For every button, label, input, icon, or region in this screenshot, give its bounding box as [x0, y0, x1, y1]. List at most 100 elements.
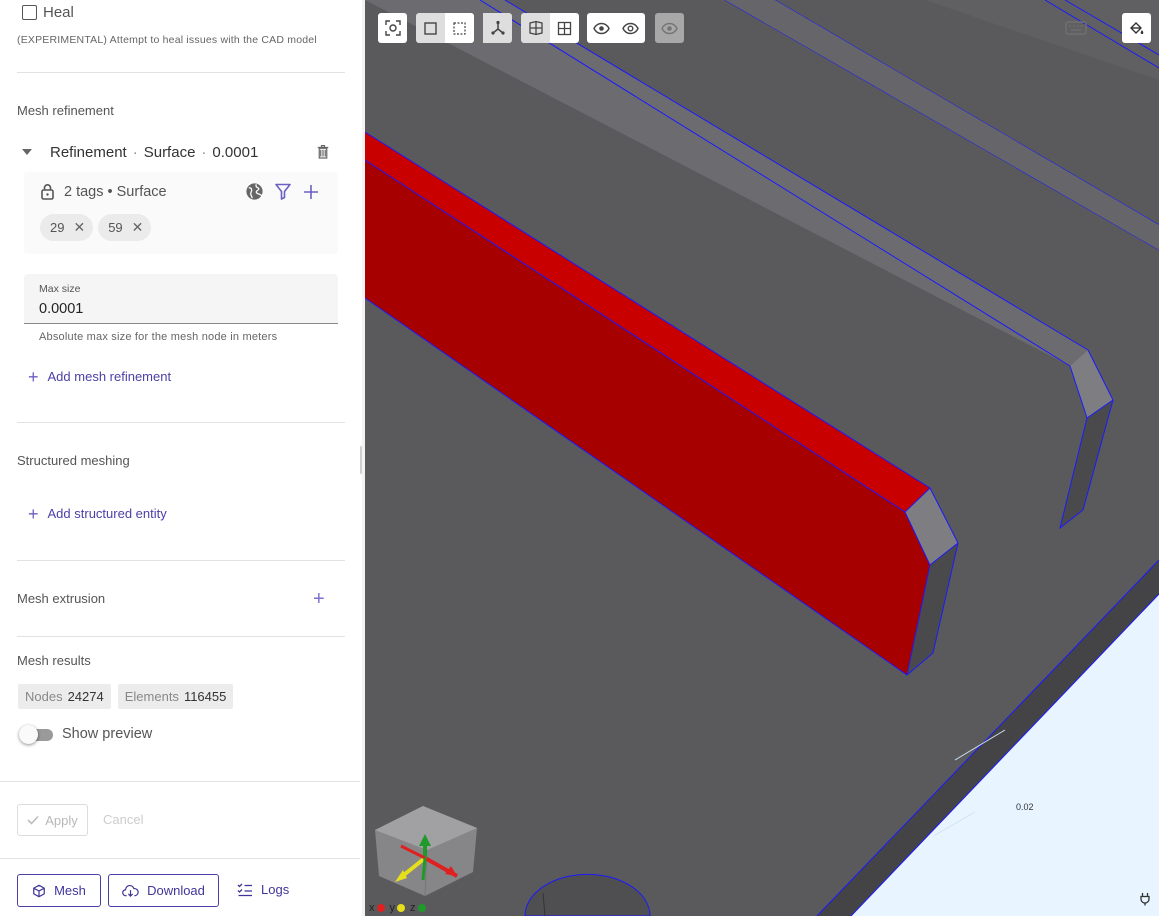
- divider: [0, 781, 360, 782]
- tag-selection-box: 2 tags • Surface 29 ✕ 59 ✕: [24, 172, 338, 254]
- mesh-settings-panel: Heal (EXPERIMENTAL) Attempt to heal issu…: [0, 0, 362, 916]
- logs-label: Logs: [261, 882, 290, 897]
- fit-view-button[interactable]: [378, 13, 407, 43]
- delete-trash-icon[interactable]: [314, 143, 332, 161]
- select-box-button[interactable]: [416, 13, 445, 43]
- refinement-name: Refinement: [50, 143, 127, 161]
- max-size-input[interactable]: [39, 301, 319, 317]
- mesh-result-stats: Nodes 24274 Elements 116455: [18, 684, 234, 709]
- nodes-count-badge: Nodes 24274: [18, 684, 111, 709]
- cloud-download-icon: [122, 884, 139, 897]
- eye-icon: [622, 22, 639, 34]
- separator-dot: ·: [132, 143, 138, 161]
- logs-button[interactable]: Logs: [237, 882, 289, 897]
- tag-chips: 29 ✕ 59 ✕: [40, 214, 152, 241]
- visibility-group: [587, 13, 645, 43]
- filter-icon[interactable]: [274, 182, 292, 201]
- focus-target-icon: [384, 20, 401, 36]
- tag-actions: [245, 182, 320, 201]
- tag-chip[interactable]: 59 ✕: [98, 214, 152, 241]
- grid-view-button[interactable]: [550, 13, 579, 43]
- plus-icon: +: [28, 503, 39, 524]
- add-mesh-refinement-label: Add mesh refinement: [47, 369, 172, 384]
- axis-y-label: y: [389, 902, 396, 914]
- section-plane-icon: [528, 20, 543, 36]
- axes-mode-button[interactable]: [483, 13, 512, 43]
- axis-y-dot: [397, 904, 405, 912]
- refinement-item-header[interactable]: Refinement · Surface · 0.0001: [20, 141, 338, 163]
- add-tag-plus-icon[interactable]: [302, 183, 320, 201]
- mesh-label: Mesh: [54, 883, 86, 898]
- eye-hide-icon: [593, 22, 610, 34]
- globe-icon[interactable]: [245, 182, 264, 201]
- show-preview-row[interactable]: Show preview: [19, 724, 152, 744]
- max-size-field[interactable]: Max size: [24, 274, 338, 324]
- section-view-button[interactable]: [521, 13, 550, 43]
- cad-scene[interactable]: [365, 0, 1159, 916]
- 3d-viewport[interactable]: 0.02 x y z: [365, 0, 1159, 916]
- remove-tag-close-icon[interactable]: ✕: [73, 219, 85, 236]
- cancel-button[interactable]: Cancel: [103, 812, 143, 827]
- tag-chip[interactable]: 29 ✕: [40, 214, 94, 241]
- select-area-button[interactable]: [445, 13, 474, 43]
- download-label: Download: [147, 883, 205, 898]
- lock-icon[interactable]: [40, 183, 55, 200]
- selection-mode-group: [416, 13, 474, 43]
- heal-checkbox-row[interactable]: Heal: [22, 4, 74, 21]
- max-size-help: Absolute max size for the mesh node in m…: [39, 331, 278, 343]
- add-extrusion-plus-icon[interactable]: +: [313, 588, 325, 611]
- axes-icon: [490, 20, 505, 35]
- show-preview-label: Show preview: [62, 726, 153, 742]
- show-all-group: [655, 13, 684, 43]
- axis-x-label: x: [369, 902, 375, 914]
- check-icon: [27, 815, 39, 825]
- mesh-button[interactable]: Mesh: [17, 874, 101, 907]
- eye-outline-icon: [661, 22, 678, 34]
- divider: [17, 636, 345, 637]
- refinement-type: Surface: [143, 143, 196, 161]
- max-size-label: Max size: [39, 283, 81, 295]
- add-structured-entity-button[interactable]: + Add structured entity: [28, 503, 167, 524]
- heal-checkbox[interactable]: [22, 5, 37, 20]
- separator-dot: ·: [201, 143, 207, 161]
- remove-tag-close-icon[interactable]: ✕: [132, 219, 144, 236]
- apply-label: Apply: [45, 812, 78, 828]
- keyboard-icon[interactable]: [1065, 20, 1087, 36]
- plug-icon[interactable]: [1139, 892, 1151, 906]
- axis-legend: x y z: [369, 902, 429, 914]
- axis-z-label: z: [410, 902, 416, 914]
- cube-icon: [33, 884, 45, 897]
- add-mesh-refinement-button[interactable]: + Add mesh refinement: [28, 366, 172, 387]
- plus-icon: +: [28, 366, 39, 387]
- nodes-label: Nodes: [25, 689, 63, 704]
- tags-summary: 2 tags • Surface: [64, 183, 167, 200]
- toggle-knob[interactable]: [19, 725, 38, 744]
- viewport-toolbar-fit: [378, 13, 407, 43]
- hide-selected-button[interactable]: [587, 13, 616, 43]
- mesh-refinement-title: Mesh refinement: [17, 103, 114, 118]
- refinement-value: 0.0001: [212, 143, 259, 161]
- divider: [17, 72, 345, 73]
- structured-meshing-title: Structured meshing: [17, 453, 130, 468]
- mesh-extrusion-title: Mesh extrusion: [17, 591, 106, 606]
- elements-value: 116455: [183, 689, 227, 704]
- show-selected-button[interactable]: [616, 13, 645, 43]
- elements-count-badge: Elements 116455: [117, 684, 234, 709]
- show-all-button[interactable]: [655, 13, 684, 43]
- tag-chip-label: 59: [108, 220, 123, 235]
- show-preview-toggle[interactable]: [19, 724, 53, 744]
- collapse-caret-icon[interactable]: [22, 149, 32, 155]
- heal-label: Heal: [43, 4, 74, 21]
- scale-label: 0.02: [1016, 802, 1034, 812]
- paint-bucket-icon: [1130, 21, 1144, 34]
- tag-chip-label: 29: [50, 220, 65, 235]
- color-fill-button[interactable]: [1122, 13, 1151, 43]
- paint-group: [1122, 13, 1151, 43]
- elements-label: Elements: [124, 689, 179, 704]
- download-button[interactable]: Download: [108, 874, 219, 907]
- axis-x-dot: [376, 904, 385, 912]
- apply-button[interactable]: Apply: [17, 804, 88, 836]
- cylinder-body[interactable]: [524, 873, 651, 916]
- grid-icon: [557, 21, 572, 35]
- splitter-grip-handle[interactable]: [360, 446, 362, 474]
